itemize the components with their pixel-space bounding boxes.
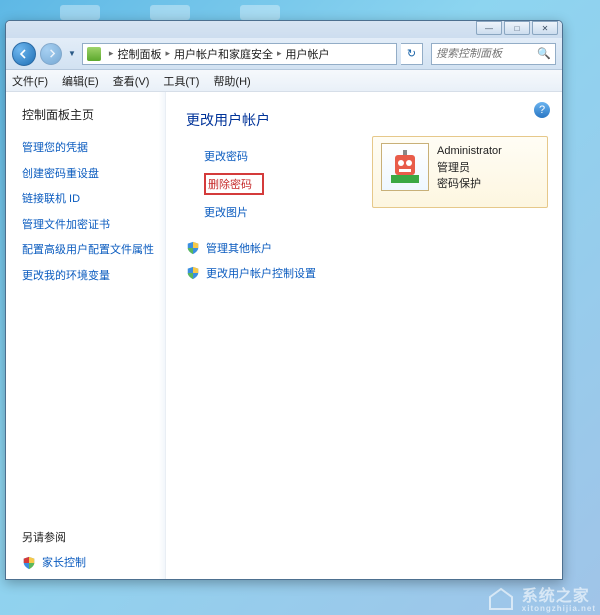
- help-icon[interactable]: ?: [534, 102, 550, 118]
- main-panel: ? 更改用户帐户 更改密码 删除密码 更改图片 管理其他帐户 更改用户帐户控制设…: [166, 92, 562, 579]
- account-card: Administrator 管理员 密码保护: [372, 136, 548, 208]
- shield-icon: [186, 266, 200, 280]
- menu-view[interactable]: 查看(V): [113, 73, 150, 89]
- see-also-label: 另请参阅: [22, 530, 155, 547]
- chevron-right-icon: ▸: [161, 48, 174, 59]
- desktop-icon: [60, 5, 100, 20]
- search-icon[interactable]: 🔍: [537, 47, 551, 60]
- arrow-left-icon: [19, 49, 29, 59]
- menu-file[interactable]: 文件(F): [12, 73, 48, 89]
- account-text: Administrator 管理员 密码保护: [437, 143, 502, 191]
- sidebar: 控制面板主页 管理您的凭据 创建密码重设盘 链接联机 ID 管理文件加密证书 配…: [6, 92, 166, 579]
- desktop-icon: [150, 5, 190, 20]
- arrow-right-icon: [47, 49, 56, 58]
- breadcrumb-mid[interactable]: 用户帐户和家庭安全: [174, 46, 273, 62]
- menubar: 文件(F) 编辑(E) 查看(V) 工具(T) 帮助(H): [6, 70, 562, 92]
- sidebar-link-reset-disk[interactable]: 创建密码重设盘: [22, 166, 155, 183]
- nav-history-dropdown[interactable]: ▼: [66, 47, 78, 60]
- titlebar: — □ ✕: [6, 21, 562, 38]
- account-role: 管理员: [437, 159, 502, 175]
- link-manage-other-accounts[interactable]: 管理其他帐户: [186, 240, 550, 256]
- back-button[interactable]: [12, 42, 36, 66]
- desktop-icons: [60, 5, 280, 20]
- account-name: Administrator: [437, 145, 502, 157]
- address-bar: ▼ ▸ 控制面板 ▸ 用户帐户和家庭安全 ▸ 用户帐户 ↻ 🔍: [6, 38, 562, 70]
- page-title: 更改用户帐户: [186, 110, 550, 130]
- forward-button[interactable]: [40, 43, 62, 65]
- minimize-button[interactable]: —: [476, 21, 502, 35]
- search-input[interactable]: [436, 48, 537, 60]
- watermark-logo-icon: [486, 585, 516, 611]
- content-area: 控制面板主页 管理您的凭据 创建密码重设盘 链接联机 ID 管理文件加密证书 配…: [6, 92, 562, 579]
- parental-label: 家长控制: [42, 555, 86, 572]
- sidebar-link-advanced-profile[interactable]: 配置高级用户配置文件属性: [22, 242, 155, 259]
- avatar: [381, 143, 429, 191]
- refresh-button[interactable]: ↻: [401, 43, 423, 65]
- chevron-right-icon: ▸: [105, 48, 118, 59]
- account-protected: 密码保护: [437, 175, 502, 191]
- menu-edit[interactable]: 编辑(E): [62, 73, 99, 89]
- sidebar-link-encryption-certs[interactable]: 管理文件加密证书: [22, 217, 155, 234]
- avatar-robot-icon: [385, 147, 425, 187]
- link-label: 更改用户帐户控制设置: [206, 265, 316, 281]
- menu-help[interactable]: 帮助(H): [213, 73, 250, 89]
- watermark: 系统之家 xitongzhijia.net: [486, 582, 596, 613]
- chevron-right-icon: ▸: [273, 48, 286, 59]
- shield-icon: [186, 241, 200, 255]
- link-label: 管理其他帐户: [206, 240, 272, 256]
- sidebar-link-credentials[interactable]: 管理您的凭据: [22, 140, 155, 157]
- breadcrumb-root[interactable]: 控制面板: [117, 46, 161, 62]
- maximize-button[interactable]: □: [504, 21, 530, 35]
- close-button[interactable]: ✕: [532, 21, 558, 35]
- control-panel-icon: [87, 47, 101, 61]
- sidebar-link-online-id[interactable]: 链接联机 ID: [22, 191, 155, 208]
- window-buttons: — □ ✕: [476, 21, 558, 35]
- sidebar-home[interactable]: 控制面板主页: [22, 106, 155, 124]
- shield-icon: [22, 556, 36, 570]
- sidebar-link-parental[interactable]: 家长控制: [22, 555, 155, 572]
- control-panel-window: — □ ✕ ▼ ▸ 控制面板 ▸ 用户帐户和家庭安全 ▸ 用户帐户 ↻ 🔍 文件…: [5, 20, 563, 580]
- link-uac-settings[interactable]: 更改用户帐户控制设置: [186, 265, 550, 281]
- breadcrumb[interactable]: ▸ 控制面板 ▸ 用户帐户和家庭安全 ▸ 用户帐户: [82, 43, 397, 65]
- sidebar-link-env-vars[interactable]: 更改我的环境变量: [22, 268, 155, 285]
- desktop-icon: [240, 5, 280, 20]
- search-box[interactable]: 🔍: [431, 43, 556, 65]
- menu-tools[interactable]: 工具(T): [163, 73, 199, 89]
- breadcrumb-leaf[interactable]: 用户帐户: [286, 46, 330, 62]
